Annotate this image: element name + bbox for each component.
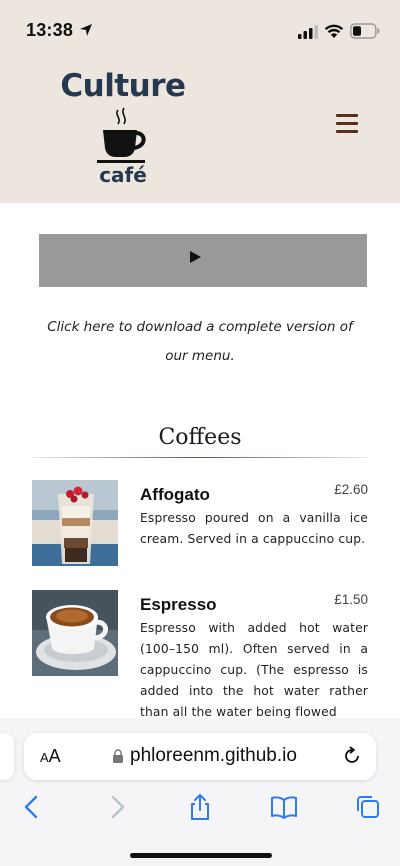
item-price: £2.60 [334, 482, 368, 497]
item-price: £1.50 [334, 592, 368, 607]
item-description: Espresso poured on a vanilla ice cream. … [140, 511, 368, 546]
play-icon[interactable] [190, 251, 201, 263]
site-logo[interactable]: Culture café [58, 68, 188, 190]
previous-tab-pill[interactable] [0, 733, 14, 780]
affogato-photo [32, 480, 118, 566]
item-name: Affogato [140, 485, 210, 504]
menu-video-player[interactable] [39, 234, 367, 287]
lock-icon [113, 749, 123, 763]
back-icon[interactable] [18, 793, 46, 821]
cellular-signal-icon [298, 25, 318, 39]
reload-icon[interactable] [342, 746, 362, 766]
logo-word-cafe: café [99, 163, 147, 187]
share-icon[interactable] [186, 793, 214, 821]
forward-icon[interactable] [103, 793, 131, 821]
item-name: Espresso [140, 595, 217, 614]
download-link-line-1: Click here to download a complete versio… [47, 319, 353, 335]
text-size-button[interactable]: AA [40, 746, 61, 767]
download-menu-link[interactable]: Click here to download a complete versio… [30, 313, 370, 371]
status-time: 13:38 [26, 20, 74, 40]
home-indicator [130, 853, 272, 858]
download-link-line-2: our menu. [165, 348, 235, 364]
bookmarks-icon[interactable] [270, 793, 298, 821]
section-divider [32, 457, 368, 458]
location-arrow-icon [80, 24, 92, 36]
espresso-photo [32, 590, 118, 676]
section-title: Coffees [158, 425, 242, 450]
item-description: Espresso with added hot water (100–150 m… [140, 621, 368, 719]
battery-icon [350, 23, 380, 39]
address-bar[interactable]: AA phloreenm.github.io [24, 733, 376, 780]
hamburger-menu-icon[interactable] [336, 114, 358, 136]
text-size-big-label: A [48, 746, 61, 766]
tabs-icon[interactable] [354, 793, 382, 821]
status-bar: 13:38 [0, 0, 400, 62]
logo-word-culture: Culture [60, 68, 186, 104]
wifi-icon [324, 24, 344, 38]
coffee-cup-icon [97, 107, 146, 163]
text-size-small-label: A [40, 750, 49, 765]
url-text[interactable]: phloreenm.github.io [130, 745, 297, 767]
